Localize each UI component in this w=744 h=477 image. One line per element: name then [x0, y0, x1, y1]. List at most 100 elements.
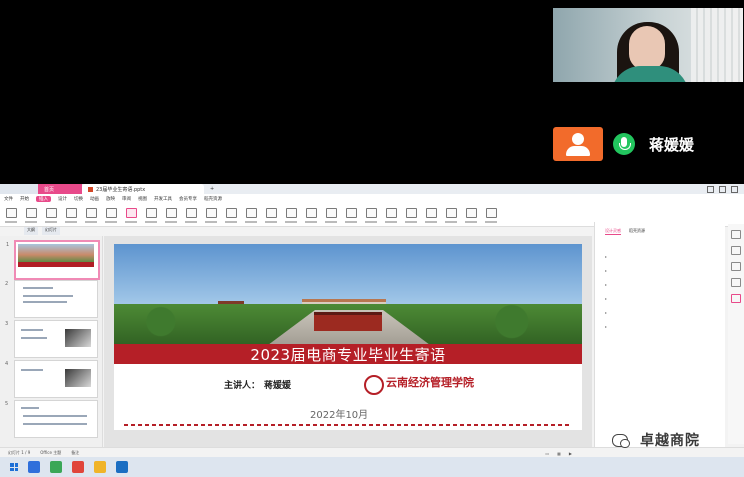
menu-item[interactable]: 切换 — [74, 196, 83, 202]
ribbon-button[interactable] — [24, 207, 38, 223]
menu-item[interactable]: 开发工具 — [154, 196, 172, 202]
slide-thumbnail[interactable]: 1 — [6, 240, 100, 280]
slide-thumbnail[interactable]: 5 — [5, 400, 98, 438]
number-icon — [265, 207, 277, 218]
header-footer-icon — [225, 207, 237, 218]
ribbon-button[interactable] — [164, 207, 178, 223]
pane-item[interactable] — [605, 268, 607, 273]
design-icon[interactable] — [731, 230, 741, 239]
video-tile[interactable] — [553, 8, 743, 82]
tab-design-ideas[interactable]: 设计灵感 — [605, 228, 621, 235]
ribbon-label — [165, 220, 177, 223]
slide-title: 2023届电商专业毕业生寄语 — [250, 345, 446, 364]
comment-icon — [425, 207, 437, 218]
ribbon-button[interactable] — [224, 207, 238, 223]
menu-item[interactable]: 动画 — [90, 196, 99, 202]
ribbon-label — [405, 220, 417, 223]
pane-item[interactable] — [605, 324, 607, 329]
menu-item[interactable]: 设计 — [58, 196, 67, 202]
ribbon-button[interactable] — [184, 207, 198, 223]
pane-item[interactable] — [605, 254, 607, 259]
ribbon-button[interactable] — [104, 207, 118, 223]
maximize-icon[interactable] — [719, 185, 726, 193]
current-slide[interactable]: 2023届电商专业毕业生寄语 主讲人： 蒋媛媛 云南经济管理学院 2022年10月 — [114, 244, 582, 430]
hyperlink-icon — [385, 207, 397, 218]
slide-thumbnail-pane: 1 2 3 4 5 + — [0, 236, 103, 447]
menu-item[interactable]: 审阅 — [122, 196, 131, 202]
ribbon-button[interactable] — [484, 207, 498, 223]
play-icon[interactable]: ▶ — [569, 451, 572, 456]
thumbnail-number: 2 — [5, 281, 9, 287]
menu-item[interactable]: 会员专享 — [179, 196, 197, 202]
ribbon-button[interactable] — [424, 207, 438, 223]
equation-icon — [205, 207, 217, 218]
slide-thumbnail[interactable]: 3 — [5, 320, 98, 358]
ribbon-button[interactable] — [264, 207, 278, 223]
ribbon-button[interactable] — [404, 207, 418, 223]
pane-item[interactable] — [605, 296, 607, 301]
ribbon-button[interactable] — [384, 207, 398, 223]
close-icon[interactable] — [731, 185, 738, 193]
thumbnail-number: 1 — [6, 242, 10, 248]
ribbon-button[interactable] — [4, 207, 18, 223]
pane-item[interactable] — [605, 310, 607, 315]
textbox-icon — [145, 207, 157, 218]
ribbon-button[interactable] — [244, 207, 258, 223]
slide-canvas: 2023届电商专业毕业生寄语 主讲人： 蒋媛媛 云南经济管理学院 2022年10月 — [104, 236, 592, 447]
ribbon-button[interactable] — [64, 207, 78, 223]
share-icon[interactable] — [731, 294, 741, 303]
ribbon-button[interactable] — [364, 207, 378, 223]
slide-sorter-icon[interactable]: ▦ — [557, 451, 561, 456]
slide-thumbnail[interactable]: 4 — [5, 360, 98, 398]
format-icon[interactable] — [731, 262, 741, 271]
ribbon-button[interactable] — [204, 207, 218, 223]
user-icon-head — [572, 133, 584, 145]
ribbon-button[interactable] — [344, 207, 358, 223]
slide-icon — [5, 207, 17, 218]
ribbon-button[interactable] — [124, 207, 138, 223]
ribbon-button[interactable] — [444, 207, 458, 223]
wps-icon[interactable] — [72, 461, 84, 473]
windows-start-icon[interactable] — [10, 463, 18, 471]
ribbon-label — [205, 220, 217, 223]
ribbon-button[interactable] — [144, 207, 158, 223]
menu-item[interactable]: 文件 — [4, 196, 13, 202]
document-tab-label: 23届毕业生寄语.pptx — [96, 186, 146, 193]
tab-slides[interactable]: 幻灯片 — [42, 227, 60, 235]
browser-icon[interactable] — [116, 461, 128, 473]
watermark-text: 卓越商院 — [640, 433, 700, 449]
slide-thumbnail[interactable]: 2 — [5, 280, 98, 318]
normal-view-icon[interactable]: ▭ — [545, 451, 549, 456]
search-icon[interactable] — [28, 461, 40, 473]
tab-home[interactable]: 首页 — [38, 184, 82, 194]
ribbon-button[interactable] — [44, 207, 58, 223]
tab-outline[interactable]: 大纲 — [24, 227, 38, 235]
animation-icon[interactable] — [731, 246, 741, 255]
menu-item[interactable]: 放映 — [106, 196, 115, 202]
tab-docer-resources[interactable]: 稻壳资源 — [629, 228, 645, 235]
ribbon-button[interactable] — [464, 207, 478, 223]
new-tab-icon[interactable]: + — [210, 186, 214, 192]
settings-icon[interactable] — [731, 278, 741, 287]
os-taskbar — [0, 457, 744, 477]
pane-item[interactable] — [605, 282, 607, 287]
ribbon-button[interactable] — [284, 207, 298, 223]
app-menu-tab[interactable] — [0, 184, 38, 194]
ribbon-button[interactable] — [324, 207, 338, 223]
ribbon-button[interactable] — [304, 207, 318, 223]
wechat-icon[interactable] — [50, 461, 62, 473]
ribbon-button[interactable] — [84, 207, 98, 223]
folder-icon[interactable] — [94, 461, 106, 473]
menu-item[interactable]: 稻壳资源 — [204, 196, 222, 202]
notes-toggle[interactable]: 备注 — [71, 450, 79, 456]
minimize-icon[interactable] — [707, 185, 714, 193]
menu-item[interactable]: 开始 — [20, 196, 29, 202]
thumbnail-banner — [18, 262, 94, 267]
icon-library-icon — [85, 207, 97, 218]
thumbnail-text — [21, 337, 47, 339]
tab-document[interactable]: 23届毕业生寄语.pptx — [82, 184, 204, 194]
menu-item[interactable]: 视图 — [138, 196, 147, 202]
menu-item-active[interactable]: 插入 — [36, 196, 51, 202]
chart-icon — [105, 207, 117, 218]
ribbon-label — [325, 220, 337, 223]
